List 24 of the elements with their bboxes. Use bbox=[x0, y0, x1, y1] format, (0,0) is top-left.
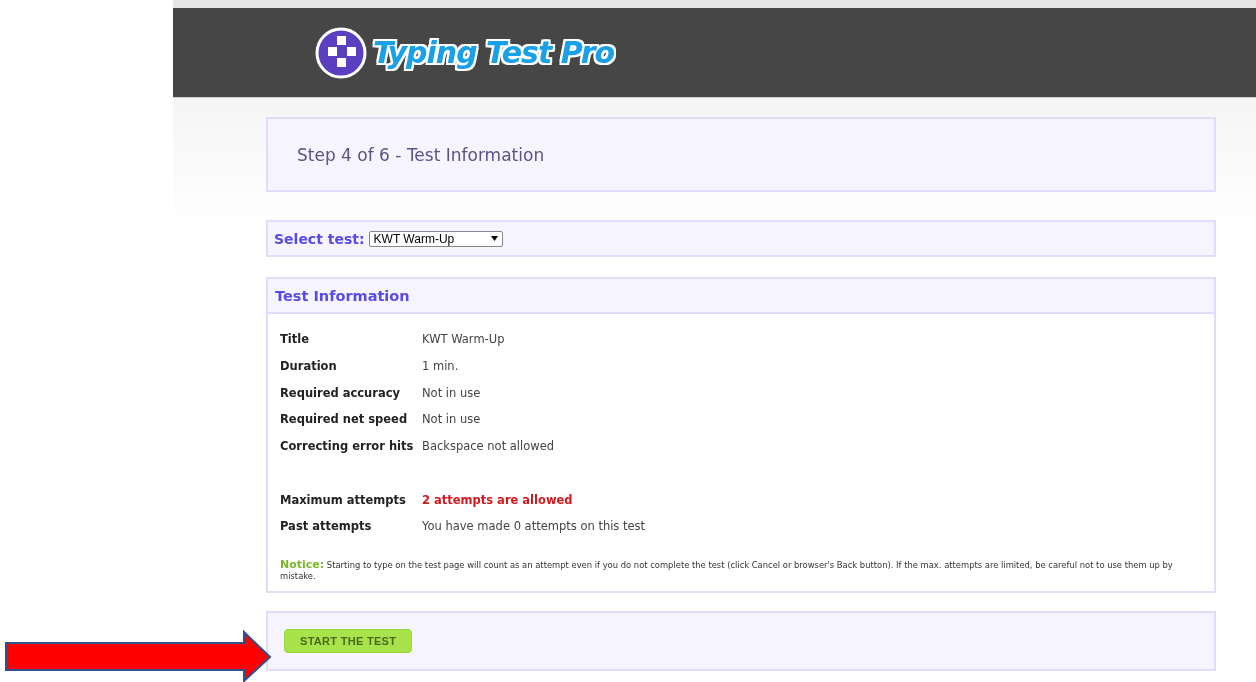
field-value: Not in use bbox=[422, 385, 481, 400]
step-title: Step 4 of 6 - Test Information bbox=[297, 144, 545, 165]
logo-text: Typing Test Pro bbox=[373, 35, 615, 70]
logo-icon bbox=[315, 26, 367, 79]
test-dropdown[interactable]: KWT Warm-Up bbox=[368, 230, 503, 247]
field-value: You have made 0 attempts on this test bbox=[422, 519, 646, 534]
select-label: Select test: bbox=[274, 230, 365, 247]
field-label: Required accuracy bbox=[280, 385, 402, 400]
start-button[interactable]: START THE TEST bbox=[284, 629, 413, 654]
arrow-icon bbox=[4, 630, 272, 682]
info-heading: Test Information bbox=[275, 287, 410, 304]
field-value: 2 attempts are allowed bbox=[422, 492, 573, 507]
field-label: Correcting error hits bbox=[280, 439, 415, 454]
notice-text: Notice: Starting to type on the test page will count as an attempt even if you do not complete the test (click Cancel or browser's Back button). If the max. attempts are limited, be careful not to use them up by mistake. bbox=[280, 557, 1174, 582]
field-label: Maximum attempts bbox=[280, 492, 407, 507]
field-value: KWT Warm-Up bbox=[422, 332, 505, 347]
field-value: Backspace not allowed bbox=[422, 439, 555, 454]
field-value: 1 min. bbox=[422, 359, 459, 374]
caret-icon bbox=[490, 236, 498, 241]
field-label: Title bbox=[280, 332, 311, 347]
field-label: Required net speed bbox=[280, 412, 409, 427]
field-label: Duration bbox=[280, 359, 338, 374]
field-value: Not in use bbox=[422, 412, 481, 427]
field-label: Past attempts bbox=[280, 519, 373, 534]
